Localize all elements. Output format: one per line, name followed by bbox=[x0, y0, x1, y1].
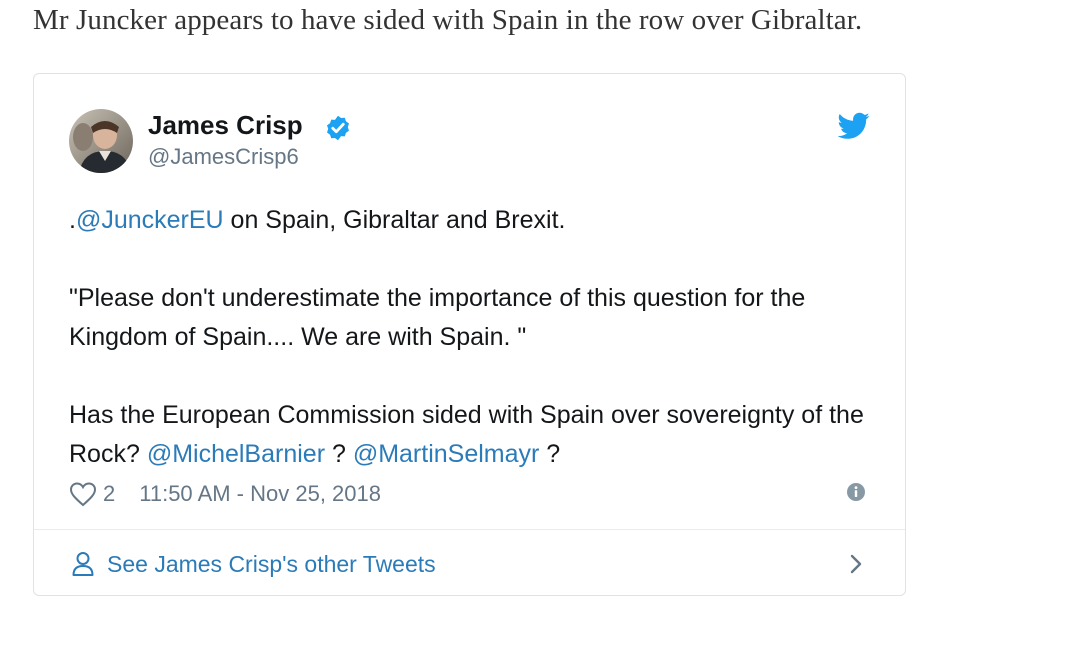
author-name[interactable]: James Crisp bbox=[148, 110, 303, 141]
tweet-paragraph: .@JunckerEU on Spain, Gibraltar and Brex… bbox=[69, 201, 889, 240]
author-handle[interactable]: @JamesCrisp6 bbox=[148, 144, 299, 170]
mention-link[interactable]: @MichelBarnier bbox=[147, 440, 325, 468]
mention-link[interactable]: @MartinSelmayr bbox=[353, 440, 540, 468]
card-divider bbox=[34, 529, 905, 530]
tweet-text-segment: ? bbox=[325, 440, 353, 468]
tweet-timestamp[interactable]: 11:50 AM - Nov 25, 2018 bbox=[139, 481, 381, 507]
person-icon bbox=[72, 552, 94, 576]
tweet-text-segment: on Spain, Gibraltar and Brexit. bbox=[223, 206, 566, 234]
tweet-paragraph: Has the European Commission sided with S… bbox=[69, 396, 889, 474]
chevron-right-icon[interactable] bbox=[846, 552, 866, 576]
tweet-text: .@JunckerEU on Spain, Gibraltar and Brex… bbox=[69, 201, 889, 474]
tweet-meta: 2 11:50 AM - Nov 25, 2018 bbox=[69, 479, 381, 509]
heart-icon[interactable] bbox=[69, 481, 97, 507]
mention-link[interactable]: @JunckerEU bbox=[76, 206, 224, 234]
tweet-text-segment: ? bbox=[539, 440, 561, 468]
tweet-text-segment: . bbox=[69, 206, 76, 234]
twitter-bird-icon[interactable] bbox=[838, 112, 870, 140]
embedded-tweet-card[interactable]: James Crisp @JamesCrisp6 .@JunckerEU on … bbox=[33, 73, 906, 596]
see-other-tweets-link[interactable]: See James Crisp's other Tweets bbox=[71, 548, 436, 580]
tweet-paragraph: "Please don't underestimate the importan… bbox=[69, 279, 889, 357]
see-other-tweets-label[interactable]: See James Crisp's other Tweets bbox=[107, 551, 436, 578]
verified-badge-icon bbox=[327, 115, 349, 141]
info-icon[interactable] bbox=[846, 482, 866, 502]
avatar-photo bbox=[69, 109, 133, 173]
avatar[interactable] bbox=[69, 109, 133, 173]
tweet-text-segment: "Please don't underestimate the importan… bbox=[69, 284, 806, 351]
like-count: 2 bbox=[103, 481, 116, 506]
article-paragraph: Mr Juncker appears to have sided with Sp… bbox=[33, 4, 863, 36]
